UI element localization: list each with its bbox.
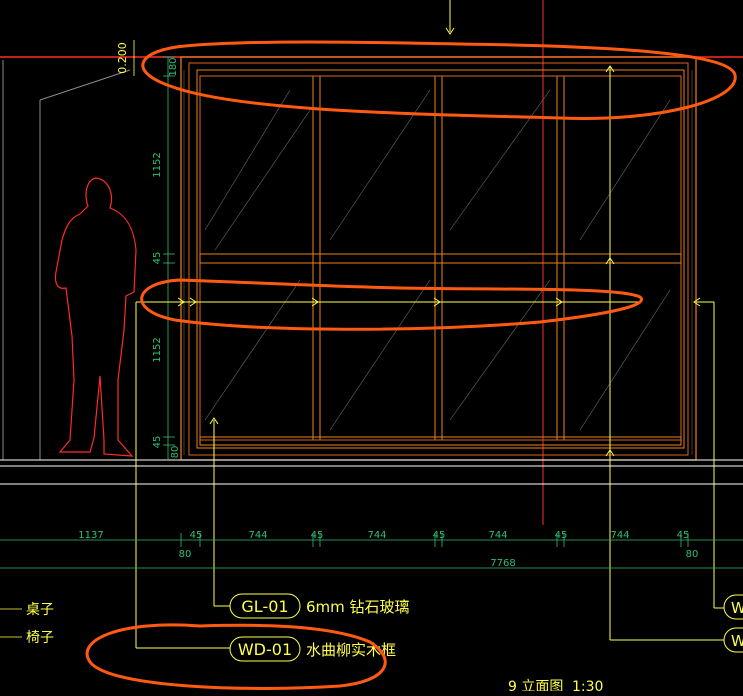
dim-v-45-mid: 45 — [152, 252, 163, 265]
dim-total: 7768 — [490, 558, 515, 569]
dim-v-180: 180 — [168, 57, 179, 76]
glass-hatch — [204, 89, 671, 431]
tag-code-gl01: GL-01 — [241, 597, 288, 616]
vertical-dimension-chain: 180 1152 45 1152 45 80 — [152, 56, 181, 460]
dim-v-45-bottom: 45 — [152, 436, 163, 449]
dim-v-80: 80 — [170, 446, 181, 459]
floor-lines — [0, 459, 743, 485]
horizontal-dimension-chain: 1137 45 744 45 744 45 744 45 744 45 80 8… — [0, 530, 743, 569]
tag-desc-gl01: 6mm 钻石玻璃 — [306, 598, 410, 616]
tag-code-wd01: WD-01 — [238, 640, 292, 659]
drawing-title: 9 立面图 1:30 — [508, 679, 603, 695]
dim-h-45-d: 45 — [555, 530, 568, 541]
dim-h-744-d: 744 — [610, 530, 629, 541]
dim-h-45-e: 45 — [677, 530, 690, 541]
dim-h-744-c: 744 — [488, 530, 507, 541]
material-tag-gl01: GL-01 6mm 钻石玻璃 — [229, 593, 410, 619]
human-figure — [54, 177, 137, 457]
markup-ellipse-top — [141, 40, 737, 120]
right-tag-1: W — [731, 599, 743, 617]
dim-h-45-b: 45 — [311, 530, 324, 541]
material-tag-wd01: WD-01 水曲柳实木框 — [229, 636, 396, 662]
legend-item-chair: 椅子 — [26, 630, 54, 646]
drawing-canvas: 180 1152 45 1152 45 80 0.200 1137 45 744… — [0, 0, 743, 695]
dim-h-1137: 1137 — [78, 530, 103, 541]
dim-h-744-a: 744 — [248, 530, 267, 541]
legend-left: 桌子 椅子 — [0, 602, 54, 646]
markup-annotations — [85, 40, 737, 690]
level-mark-value: 0.200 — [116, 42, 129, 74]
dim-sub-80-right: 80 — [686, 549, 699, 560]
legend-item-table: 桌子 — [26, 602, 54, 618]
dim-h-45-c: 45 — [433, 530, 446, 541]
dim-h-45-a: 45 — [190, 530, 203, 541]
dim-v-1152-bottom: 1152 — [152, 337, 163, 362]
drawing-title-text: 9 立面图 — [508, 679, 563, 691]
dim-sub-80-left: 80 — [179, 549, 192, 560]
dim-h-744-b: 744 — [367, 530, 386, 541]
drawing-scale: 1:30 — [572, 679, 603, 691]
right-tags: W W — [723, 594, 743, 653]
cad-elevation-drawing: 180 1152 45 1152 45 80 0.200 1137 45 744… — [0, 0, 743, 695]
dim-v-1152-top: 1152 — [152, 152, 163, 177]
right-tag-2: W — [731, 632, 743, 650]
markup-ellipse-middle — [140, 278, 643, 331]
